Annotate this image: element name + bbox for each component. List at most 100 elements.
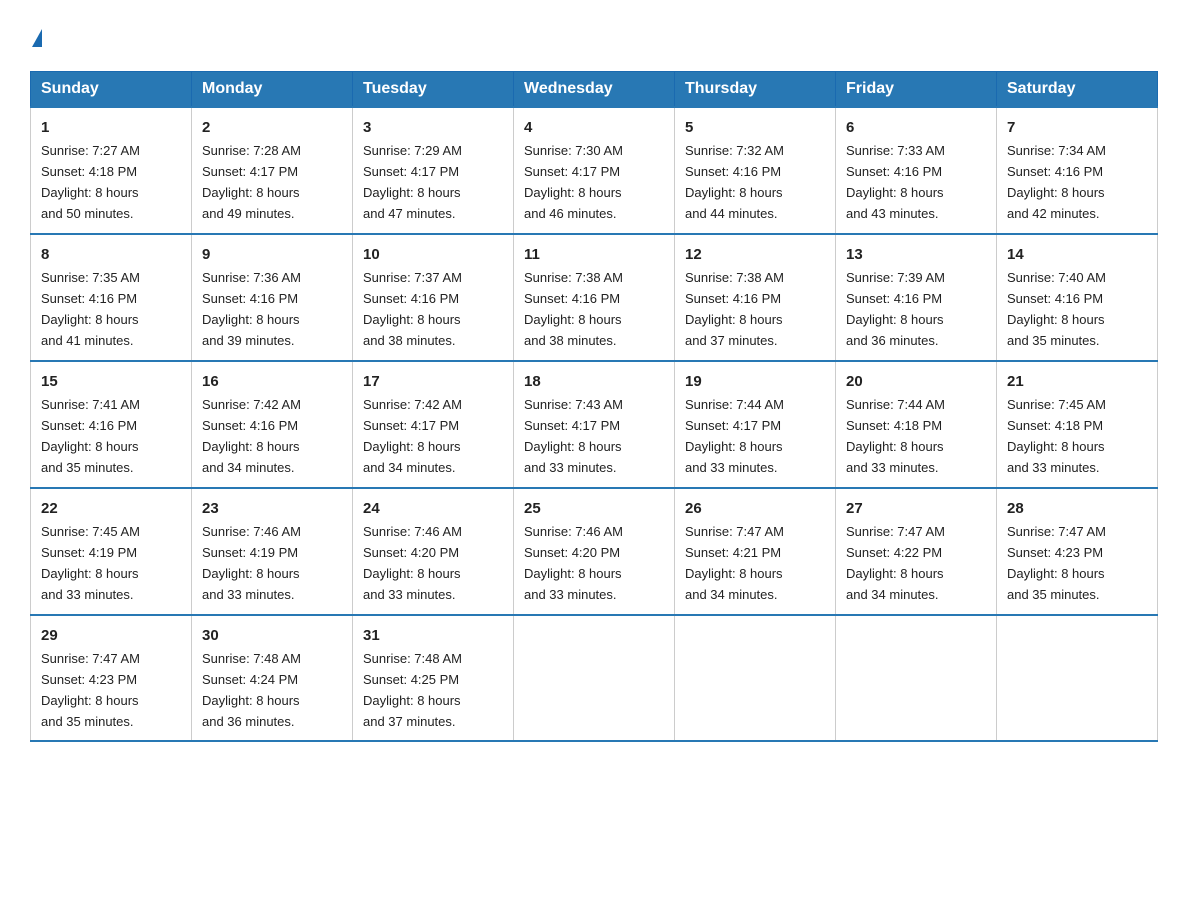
day-cell: 4 Sunrise: 7:30 AMSunset: 4:17 PMDayligh… [514, 107, 675, 234]
day-number: 6 [846, 116, 986, 139]
day-info: Sunrise: 7:37 AMSunset: 4:16 PMDaylight:… [363, 270, 462, 348]
day-cell: 29 Sunrise: 7:47 AMSunset: 4:23 PMDaylig… [31, 615, 192, 742]
day-number: 20 [846, 370, 986, 393]
header-monday: Monday [192, 71, 353, 107]
week-row-5: 29 Sunrise: 7:47 AMSunset: 4:23 PMDaylig… [31, 615, 1158, 742]
week-row-3: 15 Sunrise: 7:41 AMSunset: 4:16 PMDaylig… [31, 361, 1158, 488]
day-cell: 25 Sunrise: 7:46 AMSunset: 4:20 PMDaylig… [514, 488, 675, 615]
day-number: 12 [685, 243, 825, 266]
day-cell: 12 Sunrise: 7:38 AMSunset: 4:16 PMDaylig… [675, 234, 836, 361]
day-info: Sunrise: 7:38 AMSunset: 4:16 PMDaylight:… [524, 270, 623, 348]
day-cell: 24 Sunrise: 7:46 AMSunset: 4:20 PMDaylig… [353, 488, 514, 615]
logo-general-line [30, 20, 42, 51]
day-cell: 13 Sunrise: 7:39 AMSunset: 4:16 PMDaylig… [836, 234, 997, 361]
day-number: 24 [363, 497, 503, 520]
day-info: Sunrise: 7:47 AMSunset: 4:23 PMDaylight:… [41, 651, 140, 729]
calendar-table: SundayMondayTuesdayWednesdayThursdayFrid… [30, 71, 1158, 743]
day-number: 15 [41, 370, 181, 393]
day-number: 28 [1007, 497, 1147, 520]
day-number: 9 [202, 243, 342, 266]
day-number: 3 [363, 116, 503, 139]
header-friday: Friday [836, 71, 997, 107]
header-wednesday: Wednesday [514, 71, 675, 107]
day-number: 8 [41, 243, 181, 266]
day-cell: 15 Sunrise: 7:41 AMSunset: 4:16 PMDaylig… [31, 361, 192, 488]
day-info: Sunrise: 7:38 AMSunset: 4:16 PMDaylight:… [685, 270, 784, 348]
day-cell: 27 Sunrise: 7:47 AMSunset: 4:22 PMDaylig… [836, 488, 997, 615]
header-sunday: Sunday [31, 71, 192, 107]
day-cell: 16 Sunrise: 7:42 AMSunset: 4:16 PMDaylig… [192, 361, 353, 488]
header-tuesday: Tuesday [353, 71, 514, 107]
day-cell [997, 615, 1158, 742]
day-cell: 23 Sunrise: 7:46 AMSunset: 4:19 PMDaylig… [192, 488, 353, 615]
day-number: 21 [1007, 370, 1147, 393]
week-row-4: 22 Sunrise: 7:45 AMSunset: 4:19 PMDaylig… [31, 488, 1158, 615]
day-number: 10 [363, 243, 503, 266]
day-info: Sunrise: 7:44 AMSunset: 4:17 PMDaylight:… [685, 397, 784, 475]
day-number: 11 [524, 243, 664, 266]
day-number: 1 [41, 116, 181, 139]
day-number: 30 [202, 624, 342, 647]
calendar-header-row: SundayMondayTuesdayWednesdayThursdayFrid… [31, 71, 1158, 107]
day-info: Sunrise: 7:48 AMSunset: 4:24 PMDaylight:… [202, 651, 301, 729]
day-info: Sunrise: 7:48 AMSunset: 4:25 PMDaylight:… [363, 651, 462, 729]
day-number: 23 [202, 497, 342, 520]
day-info: Sunrise: 7:42 AMSunset: 4:16 PMDaylight:… [202, 397, 301, 475]
day-cell: 22 Sunrise: 7:45 AMSunset: 4:19 PMDaylig… [31, 488, 192, 615]
day-info: Sunrise: 7:36 AMSunset: 4:16 PMDaylight:… [202, 270, 301, 348]
day-number: 16 [202, 370, 342, 393]
day-cell: 2 Sunrise: 7:28 AMSunset: 4:17 PMDayligh… [192, 107, 353, 234]
day-cell: 19 Sunrise: 7:44 AMSunset: 4:17 PMDaylig… [675, 361, 836, 488]
day-info: Sunrise: 7:47 AMSunset: 4:22 PMDaylight:… [846, 524, 945, 602]
day-info: Sunrise: 7:32 AMSunset: 4:16 PMDaylight:… [685, 143, 784, 221]
day-info: Sunrise: 7:28 AMSunset: 4:17 PMDaylight:… [202, 143, 301, 221]
day-cell [675, 615, 836, 742]
day-cell: 31 Sunrise: 7:48 AMSunset: 4:25 PMDaylig… [353, 615, 514, 742]
day-info: Sunrise: 7:44 AMSunset: 4:18 PMDaylight:… [846, 397, 945, 475]
day-info: Sunrise: 7:43 AMSunset: 4:17 PMDaylight:… [524, 397, 623, 475]
day-cell: 14 Sunrise: 7:40 AMSunset: 4:16 PMDaylig… [997, 234, 1158, 361]
day-cell: 18 Sunrise: 7:43 AMSunset: 4:17 PMDaylig… [514, 361, 675, 488]
day-cell [836, 615, 997, 742]
day-info: Sunrise: 7:40 AMSunset: 4:16 PMDaylight:… [1007, 270, 1106, 348]
day-info: Sunrise: 7:42 AMSunset: 4:17 PMDaylight:… [363, 397, 462, 475]
header-saturday: Saturday [997, 71, 1158, 107]
week-row-1: 1 Sunrise: 7:27 AMSunset: 4:18 PMDayligh… [31, 107, 1158, 234]
day-cell: 30 Sunrise: 7:48 AMSunset: 4:24 PMDaylig… [192, 615, 353, 742]
page-header [30, 20, 1158, 51]
day-info: Sunrise: 7:39 AMSunset: 4:16 PMDaylight:… [846, 270, 945, 348]
header-thursday: Thursday [675, 71, 836, 107]
day-number: 22 [41, 497, 181, 520]
day-info: Sunrise: 7:41 AMSunset: 4:16 PMDaylight:… [41, 397, 140, 475]
day-cell: 9 Sunrise: 7:36 AMSunset: 4:16 PMDayligh… [192, 234, 353, 361]
day-cell [514, 615, 675, 742]
day-number: 27 [846, 497, 986, 520]
day-number: 31 [363, 624, 503, 647]
day-info: Sunrise: 7:30 AMSunset: 4:17 PMDaylight:… [524, 143, 623, 221]
day-info: Sunrise: 7:35 AMSunset: 4:16 PMDaylight:… [41, 270, 140, 348]
day-number: 7 [1007, 116, 1147, 139]
day-cell: 28 Sunrise: 7:47 AMSunset: 4:23 PMDaylig… [997, 488, 1158, 615]
day-number: 4 [524, 116, 664, 139]
day-number: 2 [202, 116, 342, 139]
day-cell: 1 Sunrise: 7:27 AMSunset: 4:18 PMDayligh… [31, 107, 192, 234]
day-number: 17 [363, 370, 503, 393]
day-cell: 21 Sunrise: 7:45 AMSunset: 4:18 PMDaylig… [997, 361, 1158, 488]
day-cell: 10 Sunrise: 7:37 AMSunset: 4:16 PMDaylig… [353, 234, 514, 361]
day-number: 14 [1007, 243, 1147, 266]
day-number: 5 [685, 116, 825, 139]
day-info: Sunrise: 7:47 AMSunset: 4:23 PMDaylight:… [1007, 524, 1106, 602]
day-info: Sunrise: 7:33 AMSunset: 4:16 PMDaylight:… [846, 143, 945, 221]
week-row-2: 8 Sunrise: 7:35 AMSunset: 4:16 PMDayligh… [31, 234, 1158, 361]
day-cell: 11 Sunrise: 7:38 AMSunset: 4:16 PMDaylig… [514, 234, 675, 361]
day-number: 19 [685, 370, 825, 393]
day-cell: 8 Sunrise: 7:35 AMSunset: 4:16 PMDayligh… [31, 234, 192, 361]
day-info: Sunrise: 7:46 AMSunset: 4:20 PMDaylight:… [363, 524, 462, 602]
day-info: Sunrise: 7:46 AMSunset: 4:20 PMDaylight:… [524, 524, 623, 602]
day-info: Sunrise: 7:47 AMSunset: 4:21 PMDaylight:… [685, 524, 784, 602]
day-cell: 17 Sunrise: 7:42 AMSunset: 4:17 PMDaylig… [353, 361, 514, 488]
day-info: Sunrise: 7:45 AMSunset: 4:19 PMDaylight:… [41, 524, 140, 602]
day-cell: 5 Sunrise: 7:32 AMSunset: 4:16 PMDayligh… [675, 107, 836, 234]
day-cell: 26 Sunrise: 7:47 AMSunset: 4:21 PMDaylig… [675, 488, 836, 615]
day-number: 25 [524, 497, 664, 520]
